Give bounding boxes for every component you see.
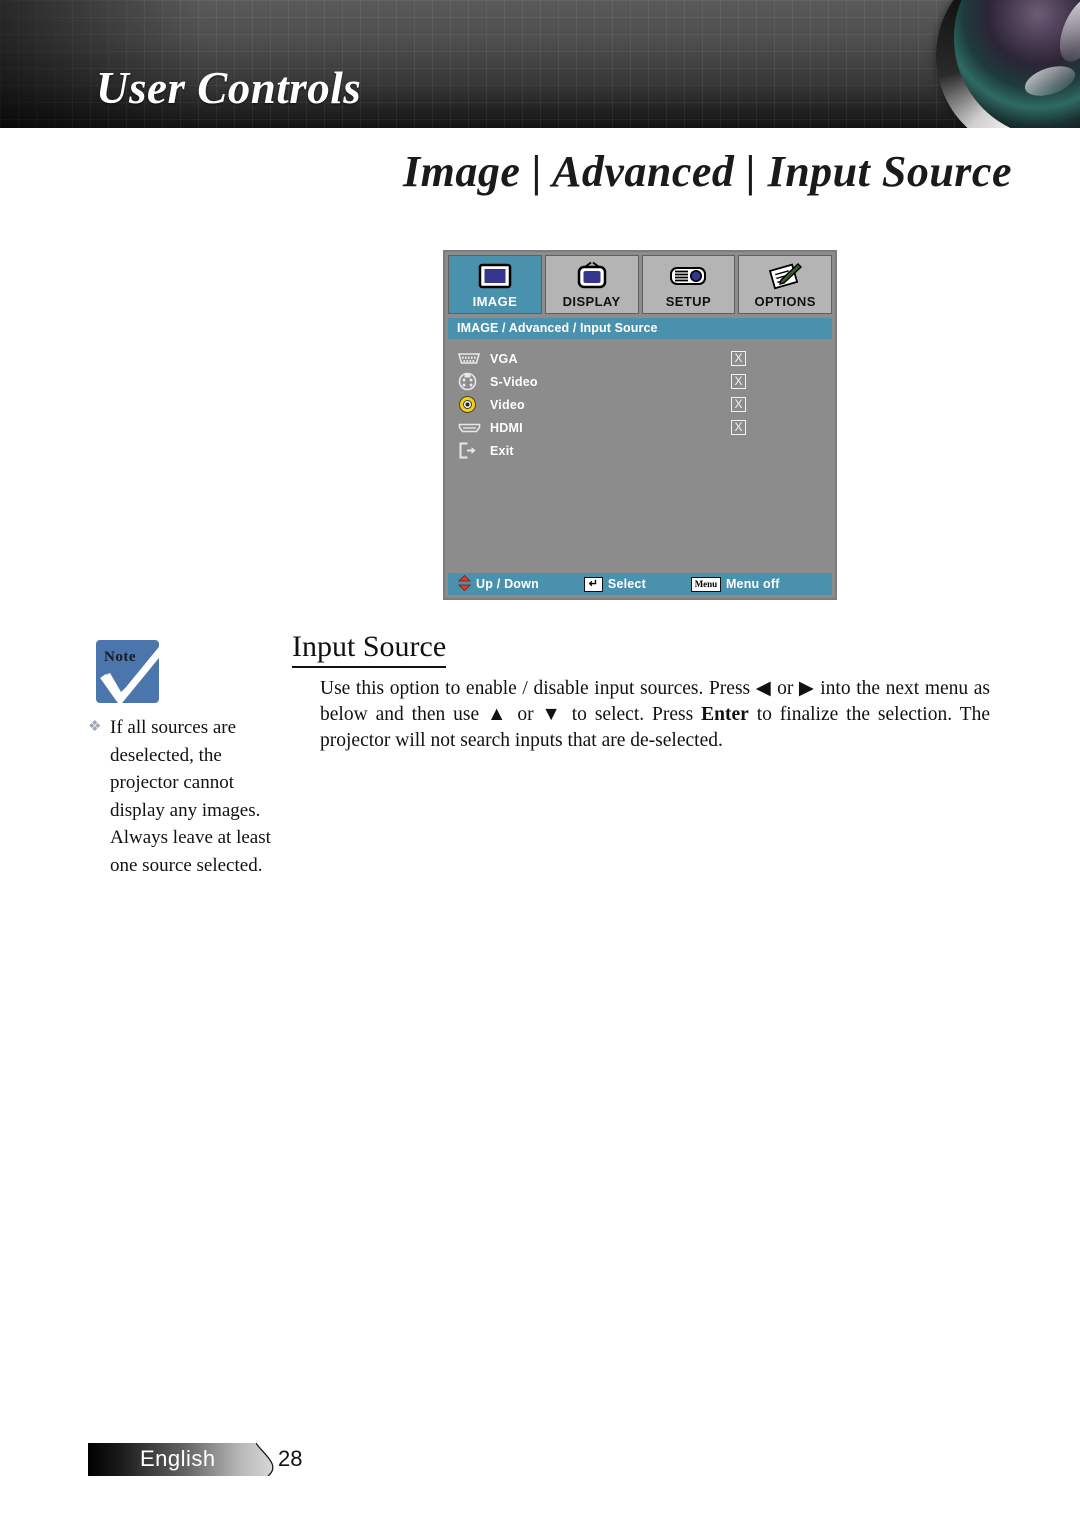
note-body-text: If all sources are deselected, the proje… <box>110 717 271 876</box>
banner-title: User Controls <box>96 63 362 113</box>
footer-page-number: 28 <box>278 1446 303 1471</box>
notepad-pencil-icon <box>768 258 803 294</box>
osd-item-checkbox[interactable]: X <box>731 397 746 412</box>
osd-item-label: HDMI <box>490 420 523 435</box>
osd-tab-label: DISPLAY <box>562 294 621 309</box>
osd-status-updown-label: Up / Down <box>476 577 539 591</box>
enter-key-icon: ↵ <box>583 576 603 592</box>
osd-item-label: Video <box>490 397 525 412</box>
osd-tab-label: SETUP <box>665 294 712 309</box>
osd-item-list: VGA X S-Video X Video X HDMI X Exit <box>445 339 835 462</box>
osd-item-video[interactable]: Video X <box>445 393 835 416</box>
osd-status-menuoff: Menu Menu off <box>690 576 780 592</box>
note-badge-label: Note <box>104 649 136 665</box>
osd-tab-label: OPTIONS <box>754 294 816 309</box>
osd-item-checkbox[interactable]: X <box>731 374 746 389</box>
osd-item-label: VGA <box>490 351 518 366</box>
osd-item-svideo[interactable]: S-Video X <box>445 370 835 393</box>
osd-menu-screenshot: IMAGE DISPLAY SETUP OPTIONS IMAGE / Adva… <box>443 250 837 600</box>
note-bullet-icon: ❖ <box>88 719 102 735</box>
osd-item-exit[interactable]: Exit <box>445 439 835 462</box>
note-badge: Note <box>96 640 159 703</box>
osd-tab-bar: IMAGE DISPLAY SETUP OPTIONS <box>445 252 835 314</box>
osd-item-hdmi[interactable]: HDMI X <box>445 416 835 439</box>
page-title: Image | Advanced | Input Source <box>403 147 1012 196</box>
section-heading: Input Source <box>292 630 447 668</box>
osd-tab-image[interactable]: IMAGE <box>448 255 542 314</box>
footer: English 28 <box>88 1443 304 1476</box>
television-icon <box>576 258 608 294</box>
paragraph-bold-enter: Enter <box>701 704 749 725</box>
menu-key-icon: Menu <box>690 576 721 592</box>
osd-tab-display[interactable]: DISPLAY <box>544 255 639 314</box>
header-banner: User Controls <box>0 0 1080 128</box>
image-screen-icon <box>478 258 512 294</box>
rca-composite-icon <box>458 395 486 414</box>
osd-item-checkbox[interactable]: X <box>731 420 746 435</box>
osd-status-updown: Up / Down <box>458 574 539 594</box>
osd-tab-setup[interactable]: SETUP <box>641 255 736 314</box>
osd-breadcrumb: IMAGE / Advanced / Input Source <box>448 318 832 339</box>
hdmi-connector-icon <box>458 422 486 434</box>
note-text-block: ❖ If all sources are deselected, the pro… <box>88 714 288 879</box>
camera-lens-photo <box>842 0 1080 128</box>
osd-item-label: S-Video <box>490 374 538 389</box>
osd-item-vga[interactable]: VGA X <box>445 347 835 370</box>
body-paragraph: Use this option to enable / disable inpu… <box>320 676 990 754</box>
osd-item-checkbox[interactable]: X <box>731 351 746 366</box>
footer-language-label: English <box>140 1446 216 1471</box>
osd-item-label: Exit <box>490 443 514 458</box>
osd-tab-options[interactable]: OPTIONS <box>738 255 832 314</box>
vga-connector-icon <box>458 352 486 365</box>
osd-status-bar: Up / Down ↵ Select Menu Menu off <box>448 573 832 595</box>
svideo-connector-icon <box>458 372 486 391</box>
up-down-arrows-icon <box>458 574 471 594</box>
projector-icon <box>669 258 707 294</box>
osd-status-select-label: Select <box>607 577 646 591</box>
osd-tab-label: IMAGE <box>472 294 518 309</box>
exit-arrow-icon <box>458 442 486 459</box>
osd-status-menuoff-label: Menu off <box>725 577 780 591</box>
osd-status-select: ↵ Select <box>583 576 646 592</box>
